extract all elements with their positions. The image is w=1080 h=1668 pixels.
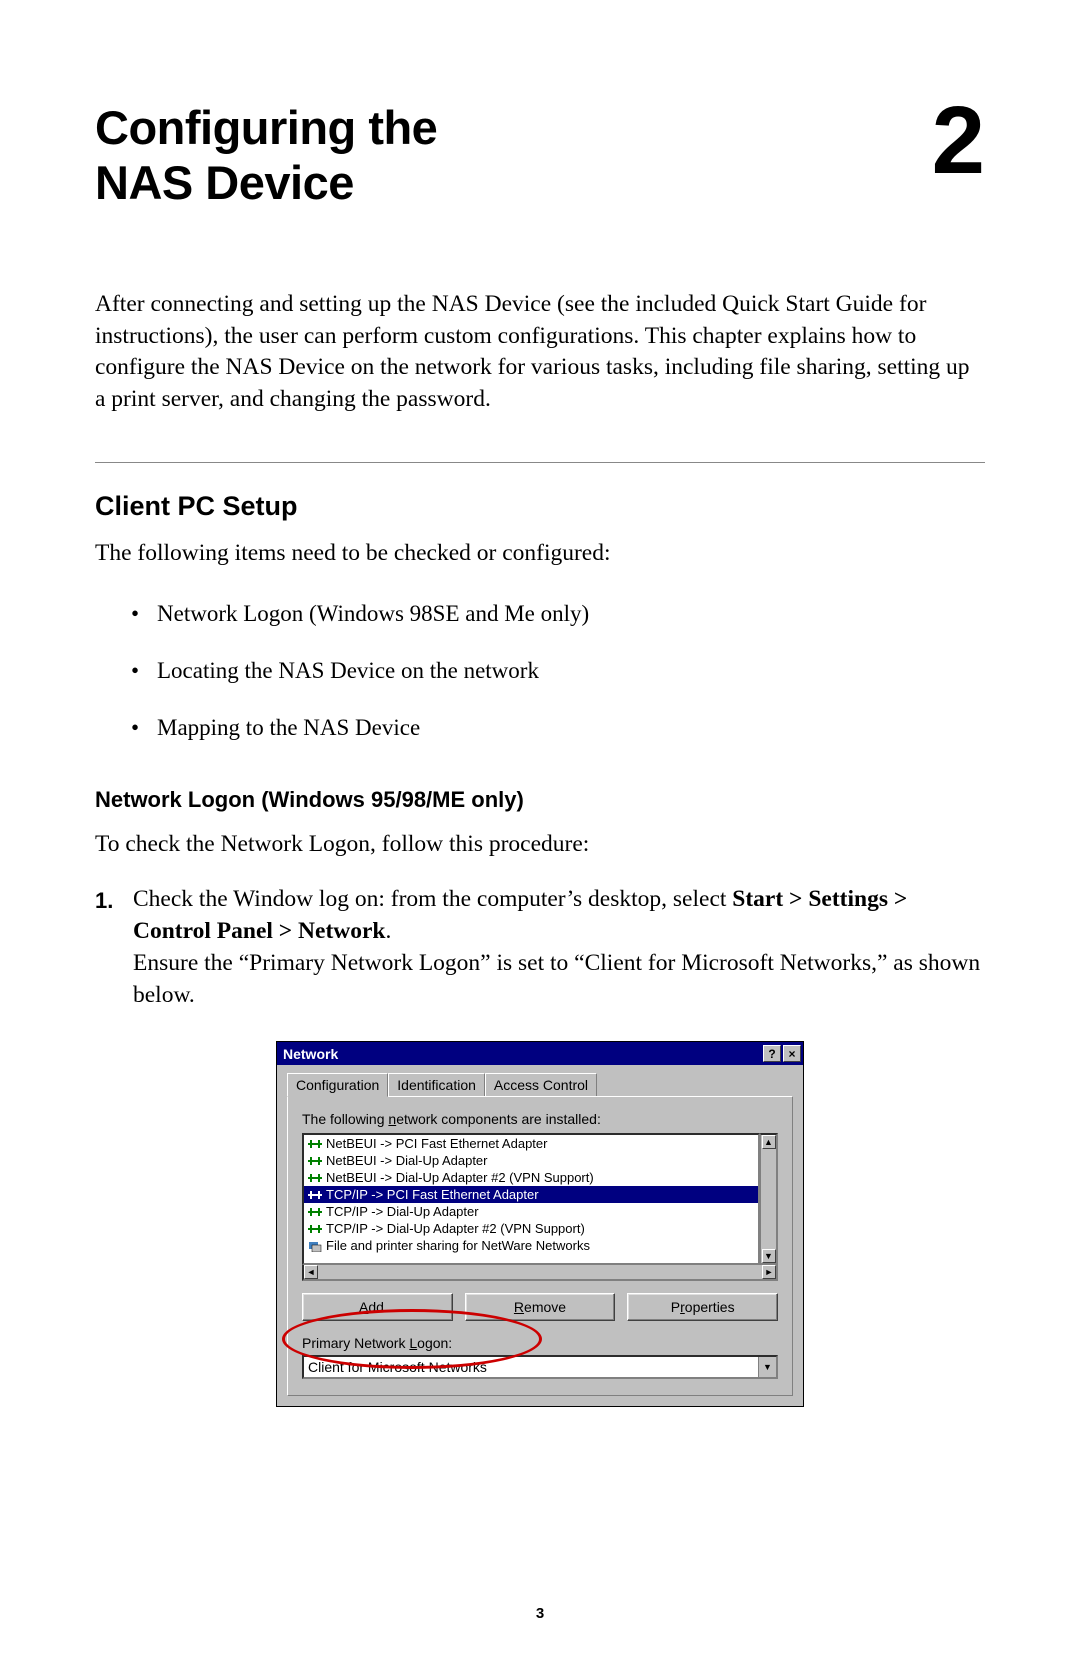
primary-logon-dropdown[interactable]: Client for Microsoft Networks ▼ <box>302 1355 778 1379</box>
add-button[interactable]: Add... <box>302 1293 453 1321</box>
vertical-scrollbar[interactable]: ▲ ▼ <box>760 1133 778 1265</box>
chapter-header: Configuring theNAS Device 2 <box>95 100 985 211</box>
components-listbox[interactable]: NetBEUI -> PCI Fast Ethernet Adapter Net… <box>302 1133 760 1265</box>
tab-identification[interactable]: Identification <box>388 1073 485 1096</box>
remove-button[interactable]: Remove <box>465 1293 616 1321</box>
list-item[interactable]: NetBEUI -> Dial-Up Adapter #2 (VPN Suppo… <box>304 1169 758 1186</box>
list-item[interactable]: TCP/IP -> Dial-Up Adapter #2 (VPN Suppor… <box>304 1220 758 1237</box>
help-button[interactable]: ? <box>763 1045 781 1062</box>
components-label: The following network components are ins… <box>302 1111 778 1127</box>
list-item: Mapping to the NAS Device <box>157 712 985 743</box>
step-number: 1. <box>95 886 113 916</box>
step-note: Ensure the “Primary Network Logon” is se… <box>133 950 980 1008</box>
protocol-icon <box>308 1223 322 1235</box>
tab-strip: Configuration Identification Access Cont… <box>287 1073 793 1096</box>
list-item[interactable]: NetBEUI -> PCI Fast Ethernet Adapter <box>304 1135 758 1152</box>
list-item[interactable]: TCP/IP -> Dial-Up Adapter <box>304 1203 758 1220</box>
primary-logon-label: Primary Network Logon: <box>302 1335 778 1351</box>
network-dialog: Network ? × Configuration Identification… <box>276 1041 804 1407</box>
dialog-titlebar: Network ? × <box>277 1042 803 1065</box>
scroll-down-button[interactable]: ▼ <box>762 1249 776 1263</box>
list-item: Locating the NAS Device on the network <box>157 655 985 686</box>
section-lead: The following items need to be checked o… <box>95 538 985 570</box>
bullet-list: Network Logon (Windows 98SE and Me only)… <box>157 598 985 743</box>
service-icon <box>308 1240 322 1252</box>
chapter-title: Configuring theNAS Device <box>95 100 437 211</box>
subsection-lead: To check the Network Logon, follow this … <box>95 829 985 861</box>
step-item: 1. Check the Window log on: from the com… <box>133 884 985 1011</box>
tab-pane: The following network components are ins… <box>287 1096 793 1396</box>
protocol-icon <box>308 1189 322 1201</box>
list-item[interactable]: NetBEUI -> Dial-Up Adapter <box>304 1152 758 1169</box>
horizontal-scrollbar[interactable]: ◄ ► <box>302 1263 778 1281</box>
close-button[interactable]: × <box>783 1045 801 1062</box>
step-text: Check the Window log on: from the comput… <box>133 886 732 912</box>
dialog-screenshot: Network ? × Configuration Identification… <box>95 1041 985 1407</box>
list-item[interactable]: File and printer sharing for NetWare Net… <box>304 1237 758 1254</box>
scroll-left-button[interactable]: ◄ <box>304 1265 318 1279</box>
protocol-icon <box>308 1155 322 1167</box>
list-item: Network Logon (Windows 98SE and Me only) <box>157 598 985 629</box>
section-heading: Client PC Setup <box>95 491 985 522</box>
properties-button[interactable]: Properties <box>627 1293 778 1321</box>
divider <box>95 462 985 463</box>
chapter-number: 2 <box>932 100 985 182</box>
tab-access-control[interactable]: Access Control <box>485 1073 597 1096</box>
protocol-icon <box>308 1206 322 1218</box>
protocol-icon <box>308 1172 322 1184</box>
page-number: 3 <box>0 1605 1080 1622</box>
dialog-title: Network <box>283 1046 338 1062</box>
scroll-up-button[interactable]: ▲ <box>762 1135 776 1149</box>
dropdown-value: Client for Microsoft Networks <box>304 1359 758 1375</box>
protocol-icon <box>308 1138 322 1150</box>
step-list: 1. Check the Window log on: from the com… <box>133 884 985 1011</box>
intro-paragraph: After connecting and setting up the NAS … <box>95 289 985 416</box>
tab-configuration[interactable]: Configuration <box>287 1073 388 1097</box>
chevron-down-icon[interactable]: ▼ <box>758 1357 776 1377</box>
scroll-right-button[interactable]: ► <box>762 1265 776 1279</box>
subsection-heading: Network Logon (Windows 95/98/ME only) <box>95 787 985 813</box>
list-item-selected[interactable]: TCP/IP -> PCI Fast Ethernet Adapter <box>304 1186 758 1203</box>
